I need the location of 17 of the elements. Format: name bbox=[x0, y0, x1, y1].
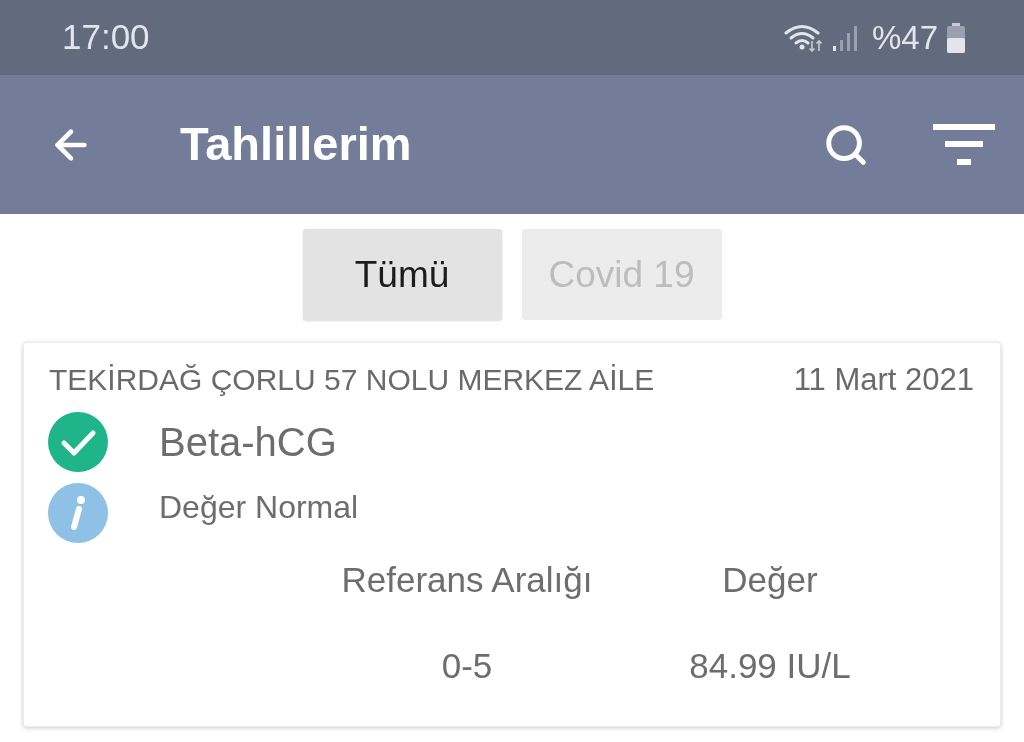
clock-text: 17:00 bbox=[62, 16, 150, 59]
signal-icon bbox=[831, 24, 860, 51]
battery-icon bbox=[946, 22, 966, 53]
result-value: 84.99 IU/L bbox=[689, 646, 851, 686]
wifi-icon bbox=[783, 23, 824, 52]
column-header: Referans Aralığı bbox=[341, 560, 593, 600]
column-header: Değer bbox=[722, 560, 818, 600]
facility-name: TEKİRDAĞ ÇORLU 57 NOLU MERKEZ AİLE bbox=[49, 363, 655, 397]
battery-percent-text: %47 bbox=[871, 17, 938, 58]
info-icon bbox=[48, 483, 108, 543]
filter-icon[interactable] bbox=[933, 123, 995, 166]
page-title: Tahlillerim bbox=[180, 116, 412, 173]
test-name: Beta-hCG bbox=[159, 419, 337, 466]
result-date: 11 Mart 2021 bbox=[793, 363, 974, 397]
status-text: Değer Normal bbox=[159, 488, 359, 527]
filter-tab[interactable]: Tümü bbox=[302, 229, 502, 320]
result-value: 0-5 bbox=[441, 646, 493, 686]
